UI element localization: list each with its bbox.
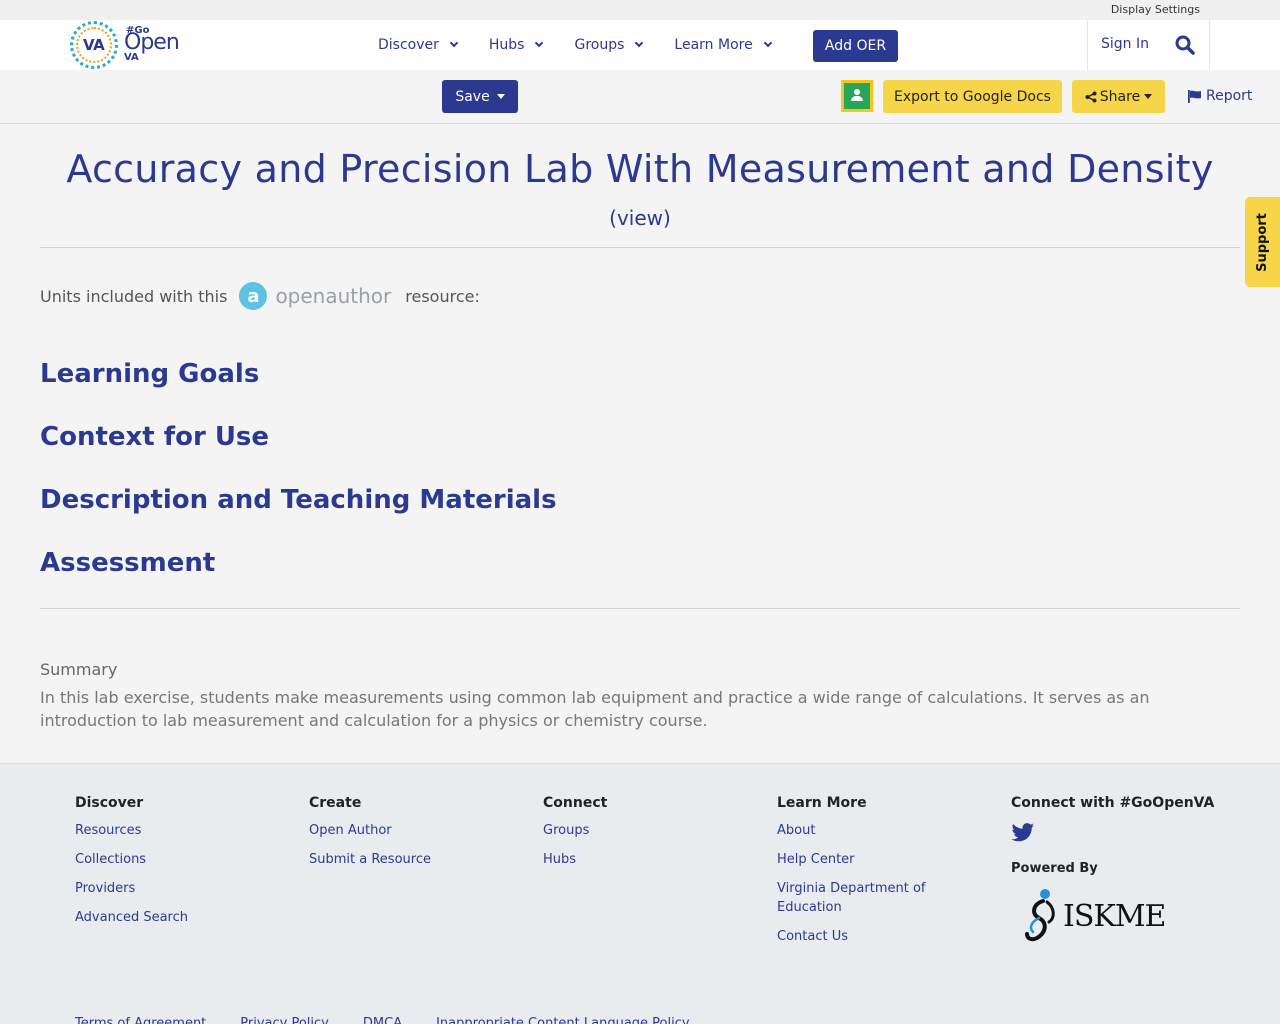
footer-heading: Create <box>309 795 362 811</box>
save-button-label: Save <box>455 88 490 105</box>
utility-bar: Display Settings <box>0 0 1280 20</box>
footer-heading: Discover <box>75 795 144 811</box>
share-button[interactable]: Share <box>1072 80 1165 113</box>
chevron-down-icon <box>763 38 772 48</box>
legal-link-terms[interactable]: Terms of Agreement <box>75 1016 206 1024</box>
share-icon <box>1085 91 1097 102</box>
footer-link-collections[interactable]: Collections <box>75 850 188 869</box>
section-assessment[interactable]: Assessment <box>40 548 215 578</box>
chevron-down-icon <box>535 38 544 48</box>
save-button[interactable]: Save <box>442 80 518 113</box>
footer-link-open-author[interactable]: Open Author <box>309 821 431 840</box>
support-tab-label: Support <box>1255 212 1271 272</box>
sign-in-link[interactable]: Sign In <box>1101 36 1149 52</box>
support-tab[interactable]: Support <box>1245 197 1280 287</box>
footer-heading: Learn More <box>777 795 867 811</box>
powered-by-label: Powered By <box>1011 861 1098 876</box>
open-author-wordmark: openauthor <box>275 284 392 308</box>
summary-label: Summary <box>40 660 118 679</box>
summary-text: In this lab exercise, students make meas… <box>40 688 1150 730</box>
caret-down-icon <box>496 94 505 99</box>
resource-title: Accuracy and Precision Lab With Measurem… <box>66 147 1214 191</box>
nav-groups[interactable]: Groups <box>574 37 644 53</box>
chevron-down-icon <box>449 38 459 48</box>
units-suffix: resource: <box>405 286 480 306</box>
divider <box>40 247 1240 248</box>
nav-learn-more-label: Learn More <box>674 37 753 53</box>
footer-learn-more: Learn More About Help Center Virginia De… <box>777 795 957 956</box>
google-classroom-icon[interactable] <box>841 80 873 112</box>
section-learning-goals[interactable]: Learning Goals <box>40 359 259 389</box>
open-author-icon: a <box>239 282 268 310</box>
logo-badge-text: VA <box>83 36 105 54</box>
footer-link-contact-us[interactable]: Contact Us <box>777 927 957 946</box>
units-line: Units included with this a openauthor re… <box>40 282 480 310</box>
nav-discover[interactable]: Discover <box>378 37 459 53</box>
units-prefix: Units included with this <box>40 286 228 306</box>
open-author-logo: a openauthor <box>239 282 391 310</box>
logo-va-text: VA <box>124 52 139 63</box>
report-button-label: Report <box>1206 88 1253 104</box>
iskme-wordmark: ISKME <box>1063 898 1166 934</box>
legal-links: Terms of Agreement Privacy Policy DMCA I… <box>75 1016 724 1024</box>
report-button[interactable]: Report <box>1188 88 1252 104</box>
footer-create: Create Open Author Submit a Resource <box>309 795 431 879</box>
footer-heading: Connect with #GoOpenVA <box>1011 795 1215 811</box>
share-button-label: Share <box>1099 88 1141 105</box>
iskme-figure-icon <box>1025 889 1055 942</box>
legal-link-dmca[interactable]: DMCA <box>363 1016 402 1024</box>
twitter-icon[interactable] <box>1011 823 1035 843</box>
nav-hubs[interactable]: Hubs <box>488 37 544 53</box>
nav-hubs-label: Hubs <box>488 37 525 53</box>
legal-link-privacy[interactable]: Privacy Policy <box>240 1016 329 1024</box>
search-icon[interactable] <box>1175 35 1195 55</box>
nav-discover-label: Discover <box>378 37 439 53</box>
footer-link-resources[interactable]: Resources <box>75 821 188 840</box>
iskme-logo[interactable]: ISKME <box>1025 888 1231 944</box>
footer-link-help-center[interactable]: Help Center <box>777 850 957 869</box>
export-google-docs-button[interactable]: Export to Google Docs <box>883 80 1062 113</box>
resource-toolbar: Save Export to Google Docs Share Report <box>0 70 1280 124</box>
section-context-for-use[interactable]: Context for Use <box>40 422 269 452</box>
footer-heading: Connect <box>543 795 608 811</box>
nav-groups-label: Groups <box>574 37 625 53</box>
footer-discover: Discover Resources Collections Providers… <box>75 795 188 937</box>
footer-link-providers[interactable]: Providers <box>75 879 188 898</box>
site-header: VA #Go Open VA Discover Hubs Groups Lear… <box>0 20 1280 70</box>
divider <box>40 608 1240 609</box>
footer-link-about[interactable]: About <box>777 821 957 840</box>
view-link[interactable]: (view) <box>0 206 1280 230</box>
footer-link-advanced-search[interactable]: Advanced Search <box>75 908 188 927</box>
site-footer: Discover Resources Collections Providers… <box>0 763 1280 1024</box>
section-description-teaching-materials[interactable]: Description and Teaching Materials <box>40 485 557 515</box>
footer-social: Connect with #GoOpenVA Powered By ISKME <box>1011 795 1231 944</box>
footer-link-hubs[interactable]: Hubs <box>543 850 607 869</box>
account-area: Sign In <box>1087 20 1210 70</box>
chevron-down-icon <box>635 38 644 48</box>
nav-learn-more[interactable]: Learn More <box>674 37 772 53</box>
display-settings-link[interactable]: Display Settings <box>1111 3 1200 16</box>
goopenva-logo[interactable]: VA #Go Open VA <box>70 20 180 70</box>
footer-link-submit-resource[interactable]: Submit a Resource <box>309 850 431 869</box>
add-oer-button[interactable]: Add OER <box>813 30 898 62</box>
legal-link-content-policy[interactable]: Inappropriate Content Language Policy <box>436 1016 689 1024</box>
main-nav: Discover Hubs Groups Learn More <box>378 20 803 70</box>
flag-icon <box>1188 89 1201 103</box>
footer-connect: Connect Groups Hubs <box>543 795 607 879</box>
caret-down-icon <box>1144 94 1153 99</box>
main-content: Accuracy and Precision Lab With Measurem… <box>0 124 1280 764</box>
classroom-board-icon <box>844 83 870 109</box>
footer-link-vdoe[interactable]: Virginia Department of Education <box>777 879 957 917</box>
footer-link-groups[interactable]: Groups <box>543 821 607 840</box>
